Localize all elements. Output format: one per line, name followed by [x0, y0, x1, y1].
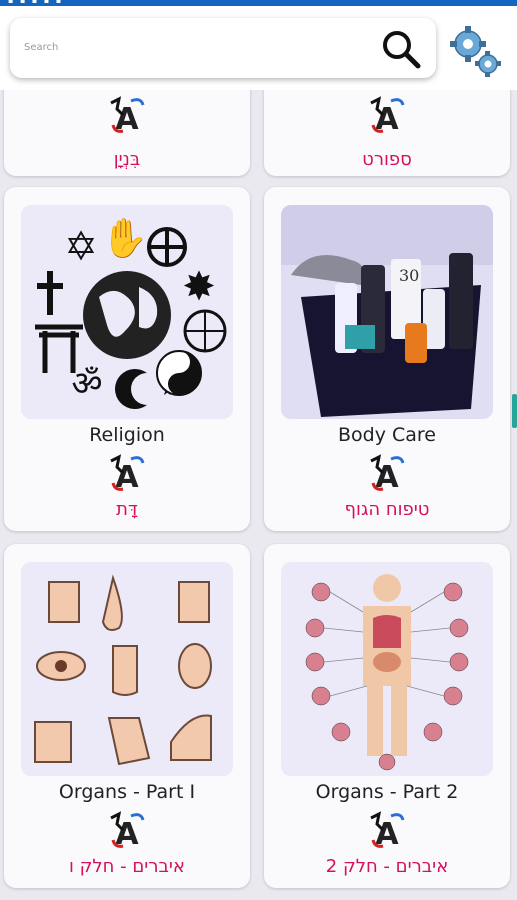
card-hebrew-title: ספורט: [362, 149, 412, 170]
running-letter-a-logo: A: [370, 96, 405, 135]
svg-text:30: 30: [399, 266, 419, 285]
card-english-title: Organs - Part I: [58, 781, 196, 803]
card-hebrew-title: איברים - חלק ו: [69, 856, 185, 877]
running-letter-a-logo: A: [110, 454, 145, 493]
running-letter-a-logo: A: [370, 454, 405, 493]
gear-icon[interactable]: [446, 22, 506, 82]
card-english-title: Organs - Part 2: [315, 781, 459, 803]
body-care-image: 30: [281, 205, 493, 419]
svg-text:ॐ: ॐ: [71, 364, 102, 404]
organs-part-1-image: [21, 562, 233, 776]
category-card-religion[interactable]: ✡ ✋ ✸ ॐ ★ Religion A: [4, 187, 250, 531]
category-card-building[interactable]: A בִּנְיָן: [4, 90, 250, 176]
svg-text:✡: ✡: [64, 224, 98, 270]
card-hebrew-title: טיפוח הגוף: [344, 499, 430, 520]
scrollbar-thumb[interactable]: [512, 394, 517, 428]
search-bar[interactable]: [10, 18, 436, 78]
religion-image: ✡ ✋ ✸ ॐ ★: [21, 205, 233, 419]
running-letter-a-logo: A: [110, 96, 145, 135]
search-input[interactable]: [24, 36, 364, 58]
category-card-sport[interactable]: A ספורט: [264, 90, 510, 176]
svg-text:✋: ✋: [101, 216, 148, 260]
search-icon[interactable]: [378, 26, 424, 72]
card-english-title: Body Care: [338, 424, 436, 446]
top-bar: [0, 6, 517, 90]
svg-text:✸: ✸: [182, 264, 216, 310]
category-card-organs-part-2[interactable]: Organs - Part 2 A איברים - חלק 2: [264, 544, 510, 888]
category-card-organs-part-1[interactable]: Organs - Part I A איברים - חלק ו: [4, 544, 250, 888]
category-grid: A בִּנְיָן A ספורט ✡ ✋ ✸ ॐ Religion A דָ…: [0, 90, 517, 900]
organs-part-2-image: [281, 562, 493, 776]
card-hebrew-title: איברים - חלק 2: [325, 856, 449, 877]
card-hebrew-title: בִּנְיָן: [113, 149, 141, 170]
running-letter-a-logo: A: [110, 811, 145, 850]
category-card-body-care[interactable]: 30 Body Care A טיפוח הגוף: [264, 187, 510, 531]
running-letter-a-logo: A: [370, 811, 405, 850]
card-english-title: Religion: [89, 424, 165, 446]
card-hebrew-title: דָּת: [116, 499, 138, 520]
